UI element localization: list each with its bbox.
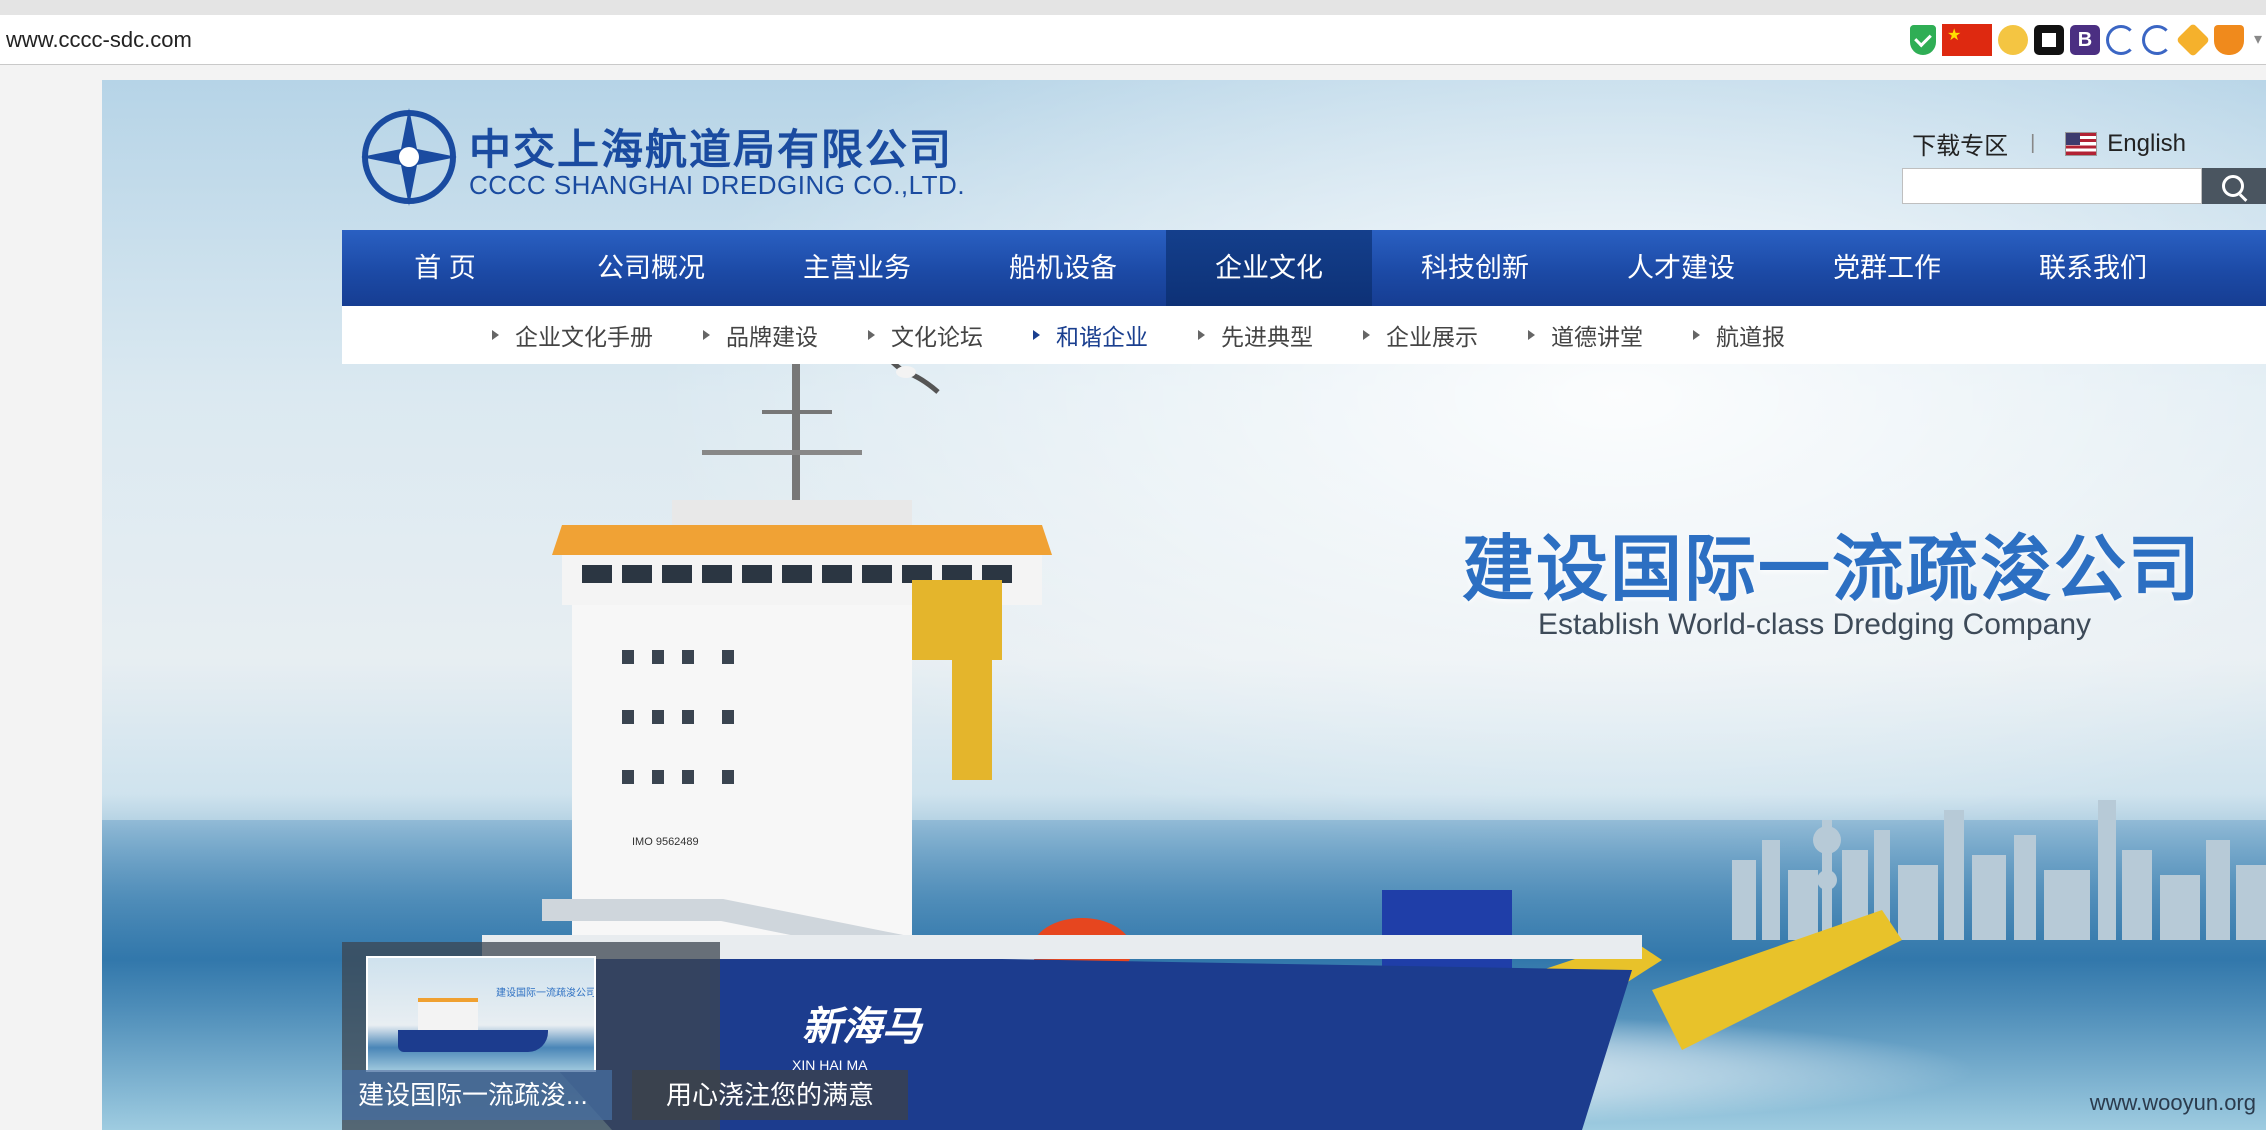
subnav-label: 企业文化手册 [515,324,653,350]
thumb-ship-hull [398,1030,548,1052]
thumb-ship-house [418,998,478,1034]
subnav-item[interactable]: 文化论坛 [868,318,983,352]
download-link[interactable]: 下载专区 [1912,126,2008,161]
wolf-icon[interactable] [1998,25,2028,55]
triangle-right-icon [1033,330,1040,340]
imo-number: IMO 9562489 [632,836,699,848]
logo-english-name: CCCC SHANGHAI DREDGING CO.,LTD. [469,170,966,200]
nav-item-company-overview[interactable]: 公司概况 [548,230,754,306]
dropdown-arrow-icon[interactable]: ▾ [2250,25,2266,55]
extension-toolbar: B ▾ [1910,22,2266,58]
nav-item-equipment[interactable]: 船机设备 [960,230,1166,306]
watermark-text: www.wooyun.org [2089,1090,2256,1115]
sub-navigation: 企业文化手册 品牌建设 文化论坛 和谐企业 先进典型 企业展示 道德讲堂 航道报 [342,306,2266,364]
subnav-item-active[interactable]: 和谐企业 [1033,318,1148,352]
subnav-item[interactable]: 道德讲堂 [1528,318,1643,352]
banner-slogan-english: Establish World-class Dredging Company [1538,608,2092,641]
search-box [1902,168,2266,204]
subnav-label: 先进典型 [1221,324,1313,350]
nav-item-main-business[interactable]: 主营业务 [754,230,960,306]
url-text[interactable]: www.cccc-sdc.com [6,27,192,53]
subnav-label: 文化论坛 [891,324,983,350]
subnav-label: 道德讲堂 [1551,324,1643,350]
wave-icon[interactable] [2106,25,2136,55]
main-navigation: 首 页 公司概况 主营业务 船机设备 企业文化 科技创新 人才建设 党群工作 联… [342,230,2266,306]
china-flag-icon[interactable] [1942,24,1992,56]
thumb-slogan: 建设国际一流疏浚公司 [496,988,596,999]
page-left-margin [0,80,102,1130]
triangle-right-icon [1363,330,1370,340]
nav-item-talent[interactable]: 人才建设 [1578,230,1784,306]
triangle-right-icon [1528,330,1535,340]
browser-tab-strip [0,0,2266,15]
subnav-item[interactable]: 企业文化手册 [492,318,653,352]
triangle-right-icon [703,330,710,340]
shield-check-icon[interactable] [1910,25,1936,55]
us-flag-icon [2065,131,2098,156]
subnav-item[interactable]: 企业展示 [1363,318,1478,352]
triangle-right-icon [492,330,499,340]
address-bar[interactable]: www.cccc-sdc.com B ▾ [0,15,2266,65]
nav-item-technology[interactable]: 科技创新 [1372,230,1578,306]
triangle-right-icon [1198,330,1205,340]
search-input[interactable] [1902,168,2202,204]
english-link[interactable]: English [2107,130,2186,158]
box-icon[interactable] [2176,23,2210,57]
slide-caption-active[interactable]: 建设国际一流疏浚... [342,1070,612,1120]
search-icon [2222,175,2244,197]
nav-item-corporate-culture[interactable]: 企业文化 [1166,230,1372,306]
subnav-item[interactable]: 先进典型 [1198,318,1313,352]
wave-icon[interactable] [2142,25,2172,55]
triangle-right-icon [1693,330,1700,340]
ship-name: 新海马 [802,1003,924,1050]
nav-item-home[interactable]: 首 页 [342,230,548,306]
nav-item-contact[interactable]: 联系我们 [1990,230,2196,306]
subnav-label: 品牌建设 [726,324,818,350]
search-button[interactable] [2202,168,2266,204]
banner-slogan-chinese: 建设国际一流疏浚公司 [1462,526,2203,611]
company-logo[interactable]: 中交上海航道局有限公司 CCCC SHANGHAI DREDGING CO.,L… [357,102,977,212]
slide-tab[interactable]: 用心浇注您的满意 [632,1070,908,1120]
logo-chinese-name: 中交上海航道局有限公司 [469,126,954,173]
cup-icon[interactable] [2214,25,2244,55]
top-links: 下载专区 | English [1912,126,2186,161]
slide-thumbnail-image[interactable]: 建设国际一流疏浚公司 [366,956,596,1072]
link-divider: | [2030,132,2036,154]
cccc-emblem-icon [361,108,457,206]
website-page: IMO 9562489 新海马 XIN HAI MA 中交上海航道局有限公司 C… [102,80,2266,1130]
bold-b-icon[interactable]: B [2070,25,2100,55]
panel-icon[interactable] [2034,25,2064,55]
subnav-label: 和谐企业 [1056,324,1148,350]
subnav-item[interactable]: 航道报 [1693,318,1785,352]
triangle-right-icon [868,330,875,340]
subnav-item[interactable]: 品牌建设 [703,318,818,352]
subnav-label: 企业展示 [1386,324,1478,350]
subnav-label: 航道报 [1716,324,1785,350]
nav-item-party-work[interactable]: 党群工作 [1784,230,1990,306]
